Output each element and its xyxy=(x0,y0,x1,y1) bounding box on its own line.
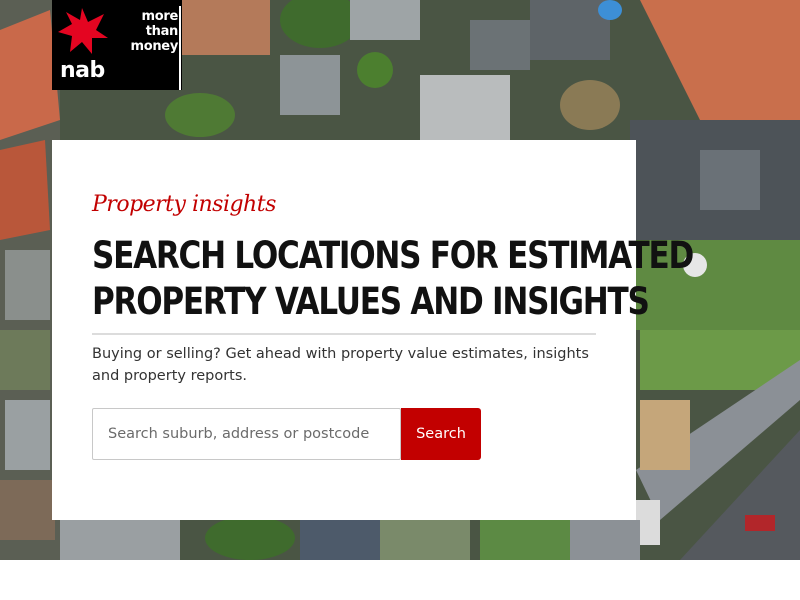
page-title-line: SEARCH LOCATIONS FOR ESTIMATED xyxy=(92,234,694,277)
tagline-line: money xyxy=(130,39,178,54)
star-icon xyxy=(58,6,110,60)
page-footer-strip xyxy=(0,560,800,600)
nab-logo[interactable]: nab more than money xyxy=(52,0,182,90)
logo-tagline: more than money xyxy=(118,9,178,54)
tagline-line: more xyxy=(141,9,178,24)
description: Buying or selling? Get ahead with proper… xyxy=(92,346,589,384)
eyebrow-label: Property insights xyxy=(92,192,276,217)
search-button[interactable]: Search xyxy=(401,408,481,460)
logo-divider xyxy=(179,6,181,90)
page-title: SEARCH LOCATIONS FOR ESTIMATED PROPERTY … xyxy=(92,233,694,325)
divider xyxy=(92,333,596,335)
tagline-line: than xyxy=(145,24,179,39)
search-card: Property insights SEARCH LOCATIONS FOR E… xyxy=(52,140,694,520)
logo-wordmark: nab xyxy=(60,58,105,83)
search-input[interactable] xyxy=(92,408,401,460)
page-title-line: PROPERTY VALUES AND INSIGHTS xyxy=(92,280,650,323)
